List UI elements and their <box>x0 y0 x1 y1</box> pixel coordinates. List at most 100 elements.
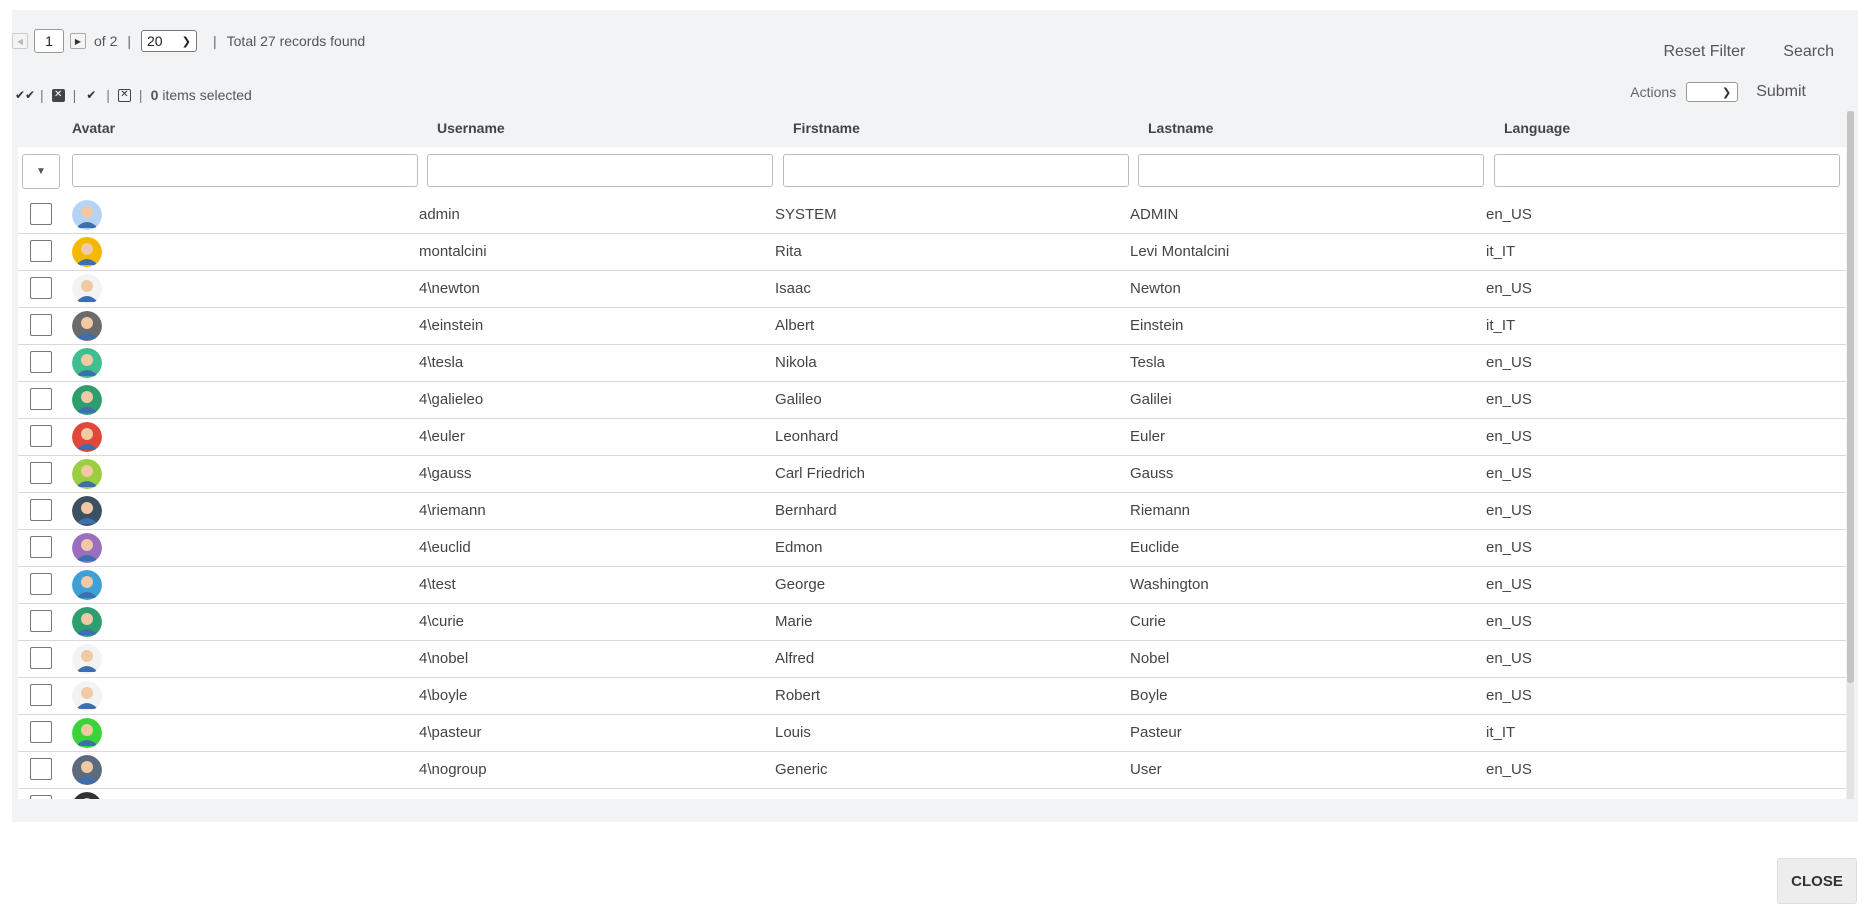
firstname-filter-input[interactable] <box>783 154 1129 187</box>
actions-select[interactable]: ❯ <box>1686 82 1739 102</box>
table-row[interactable] <box>18 789 1846 799</box>
row-checkbox[interactable] <box>30 314 52 336</box>
chevron-down-icon: ❯ <box>181 35 191 48</box>
cell-firstname: Generic <box>775 761 828 778</box>
cell-lastname: Levi Montalcini <box>1130 243 1230 260</box>
select-all-icon[interactable]: ✔✔ <box>15 88 35 102</box>
avatar <box>72 607 102 637</box>
row-checkbox[interactable] <box>30 684 52 706</box>
actions-bar: Actions ❯ Submit <box>1630 82 1806 102</box>
table-row[interactable]: admin SYSTEM ADMIN en_US <box>18 197 1846 234</box>
row-checkbox[interactable] <box>30 721 52 743</box>
row-checkbox[interactable] <box>30 536 52 558</box>
grid-rows: admin SYSTEM ADMIN en_US montalcini Rita Levi … <box>18 197 1846 799</box>
page-count-label: of 2 <box>94 33 118 49</box>
close-button[interactable]: CLOSE <box>1777 858 1857 904</box>
reset-filter-button[interactable]: Reset Filter <box>1664 43 1746 61</box>
cell-firstname: Albert <box>775 317 815 334</box>
row-checkbox[interactable] <box>30 388 52 410</box>
avatar-filter-input[interactable] <box>72 154 418 187</box>
filter-menu-dropdown[interactable]: ▼ <box>22 154 60 189</box>
table-row[interactable]: 4\curie Marie Curie en_US <box>18 604 1846 641</box>
deselect-page-icon[interactable]: ✕ <box>117 88 131 102</box>
cell-language: en_US <box>1486 206 1532 223</box>
table-row[interactable]: 4\test George Washington en_US <box>18 567 1846 604</box>
column-header-avatar[interactable]: Avatar <box>72 120 115 136</box>
row-checkbox[interactable] <box>30 240 52 262</box>
scrollbar-thumb[interactable] <box>1847 111 1854 683</box>
cell-lastname: Nobel <box>1130 650 1170 667</box>
cell-firstname: Rita <box>775 243 802 260</box>
cell-firstname: Nikola <box>775 354 817 371</box>
separator: | <box>213 33 217 49</box>
table-row[interactable]: 4\einstein Albert Einstein it_IT <box>18 308 1846 345</box>
cell-lastname: Einstein <box>1130 317 1184 334</box>
avatar <box>72 348 102 378</box>
avatar <box>72 385 102 415</box>
cell-lastname: Curie <box>1130 613 1166 630</box>
language-filter-input[interactable] <box>1494 154 1840 187</box>
cell-language: en_US <box>1486 613 1532 630</box>
filter-row: ▼ <box>18 147 1846 198</box>
select-page-icon[interactable]: ✔ <box>84 88 98 102</box>
column-header-language[interactable]: Language <box>1504 120 1570 136</box>
row-checkbox[interactable] <box>30 425 52 447</box>
table-row[interactable]: 4\boyle Robert Boyle en_US <box>18 678 1846 715</box>
column-header-lastname[interactable]: Lastname <box>1148 120 1213 136</box>
table-row[interactable]: 4\tesla Nikola Tesla en_US <box>18 345 1846 382</box>
username-filter-input[interactable] <box>427 154 773 187</box>
table-row[interactable]: 4\nobel Alfred Nobel en_US <box>18 641 1846 678</box>
table-row[interactable]: 4\newton Isaac Newton en_US <box>18 271 1846 308</box>
cell-lastname: Euclide <box>1130 539 1180 556</box>
cell-username: 4\nobel <box>419 650 469 667</box>
selected-count: 0 <box>150 87 159 103</box>
page-number-input[interactable]: 1 <box>34 29 64 53</box>
row-checkbox[interactable] <box>30 277 52 299</box>
row-checkbox[interactable] <box>30 758 52 780</box>
filter-toolbar: Reset Filter Search <box>1664 43 1835 61</box>
pagination-bar: ◀ 1 ▶ of 2 | 20 ❯ | Total 27 records fou… <box>12 28 365 54</box>
avatar <box>72 237 102 267</box>
avatar <box>72 274 102 304</box>
cell-language: it_IT <box>1486 243 1516 260</box>
cell-username: 4\gauss <box>419 465 472 482</box>
submit-button[interactable]: Submit <box>1756 83 1806 101</box>
row-checkbox[interactable] <box>30 573 52 595</box>
table-row[interactable]: 4\pasteur Louis Pasteur it_IT <box>18 715 1846 752</box>
cell-language: en_US <box>1486 280 1532 297</box>
prev-page-button[interactable]: ◀ <box>12 33 28 49</box>
cell-language: en_US <box>1486 650 1532 667</box>
avatar <box>72 792 102 799</box>
lastname-filter-input[interactable] <box>1138 154 1484 187</box>
table-row[interactable]: 4\euler Leonhard Euler en_US <box>18 419 1846 456</box>
row-checkbox[interactable] <box>30 203 52 225</box>
row-checkbox[interactable] <box>30 647 52 669</box>
cell-language: en_US <box>1486 391 1532 408</box>
cell-lastname: Euler <box>1130 428 1166 445</box>
avatar <box>72 570 102 600</box>
row-checkbox[interactable] <box>30 795 52 799</box>
cell-language: it_IT <box>1486 724 1516 741</box>
table-row[interactable]: montalcini Rita Levi Montalcini it_IT <box>18 234 1846 271</box>
page-size-select[interactable]: 20 ❯ <box>141 30 197 52</box>
cell-lastname: Boyle <box>1130 687 1168 704</box>
deselect-all-icon[interactable]: ✕ <box>51 88 65 102</box>
row-checkbox[interactable] <box>30 462 52 484</box>
next-page-button[interactable]: ▶ <box>70 33 86 49</box>
table-row[interactable]: 4\riemann Bernhard Riemann en_US <box>18 493 1846 530</box>
table-row[interactable]: 4\euclid Edmon Euclide en_US <box>18 530 1846 567</box>
cell-language: en_US <box>1486 761 1532 778</box>
cell-username: 4\boyle <box>419 687 468 704</box>
row-checkbox[interactable] <box>30 499 52 521</box>
cell-username: montalcini <box>419 243 487 260</box>
table-row[interactable]: 4\nogroup Generic User en_US <box>18 752 1846 789</box>
row-checkbox[interactable] <box>30 351 52 373</box>
cell-language: en_US <box>1486 428 1532 445</box>
selected-label: items selected <box>162 87 252 103</box>
table-row[interactable]: 4\gauss Carl Friedrich Gauss en_US <box>18 456 1846 493</box>
row-checkbox[interactable] <box>30 610 52 632</box>
column-header-username[interactable]: Username <box>437 120 505 136</box>
table-row[interactable]: 4\galieleo Galileo Galilei en_US <box>18 382 1846 419</box>
search-button[interactable]: Search <box>1783 43 1834 61</box>
column-header-firstname[interactable]: Firstname <box>793 120 860 136</box>
